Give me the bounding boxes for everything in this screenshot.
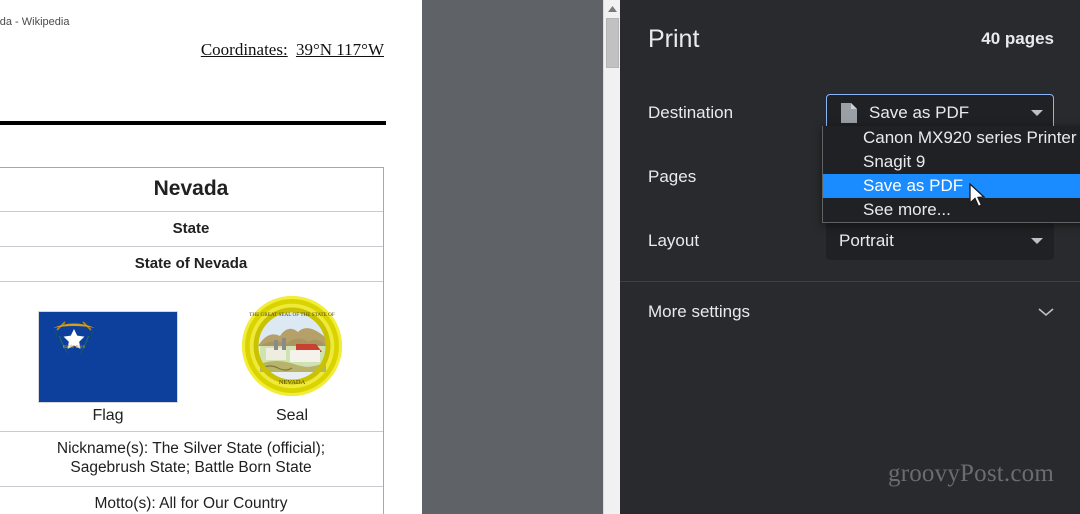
watermark-text: groovyPost.com	[888, 460, 1054, 487]
destination-dropdown-menu[interactable]: Canon MX920 series Printer Snagit 9 Save…	[822, 126, 1080, 223]
chevron-down-icon[interactable]	[1031, 237, 1043, 245]
infobox-official-name: State of Nevada	[0, 247, 383, 282]
infobox-nickname-line1: Nickname(s): The Silver State (official)…	[56, 440, 326, 457]
flag-cell: Battle Born Flag	[38, 311, 178, 425]
coordinates-value: 39°N 117°W	[295, 40, 384, 59]
nevada-infobox: Nevada State State of Nevada Battle Born…	[0, 167, 384, 514]
infobox-emblems: Battle Born Flag THE GREAT SEAL OF THE S…	[0, 282, 383, 432]
infobox-motto: Motto(s): All for Our Country	[0, 487, 383, 514]
settings-divider	[620, 281, 1080, 282]
preview-scrollbar[interactable]	[603, 0, 620, 514]
destination-value: Save as PDF	[869, 103, 970, 122]
chevron-down-icon[interactable]	[1038, 307, 1054, 317]
nevada-flag-image: Battle Born	[38, 311, 178, 403]
svg-text:Battle Born: Battle Born	[63, 344, 86, 349]
print-preview-area: evada - Wikipedia Coordinates: 39°N 117°…	[0, 0, 620, 514]
infobox-title: Nevada	[0, 168, 383, 212]
seal-caption: Seal	[275, 407, 309, 424]
flag-caption: Flag	[92, 407, 124, 424]
menu-item-printer[interactable]: Canon MX920 series Printer	[823, 126, 1080, 150]
preview-page-sheet: evada - Wikipedia Coordinates: 39°N 117°…	[0, 0, 422, 514]
layout-label: Layout	[648, 231, 700, 250]
infobox-type: State	[0, 212, 383, 247]
svg-text:NEVADA: NEVADA	[279, 379, 306, 386]
flag-wreath-icon: Battle Born	[53, 321, 95, 355]
nevada-seal-image: THE GREAT SEAL OF THE STATE OF NEVADA	[242, 296, 342, 396]
print-dialog-panel: Print 40 pages Destination Save as PDF P…	[620, 0, 1080, 514]
page-title: Print	[648, 24, 700, 53]
more-settings-row[interactable]: More settings	[620, 288, 1080, 336]
destination-label: Destination	[648, 103, 734, 122]
page-running-header: evada - Wikipedia	[0, 16, 70, 28]
chevron-down-icon[interactable]	[1031, 109, 1043, 117]
menu-item-see-more[interactable]: See more...	[823, 198, 1080, 222]
triangle-up-icon[interactable]	[604, 0, 620, 17]
menu-item-save-as-pdf[interactable]: Save as PDF	[823, 174, 1080, 198]
scrollbar-thumb[interactable]	[606, 18, 619, 68]
layout-select[interactable]: Portrait	[826, 222, 1054, 260]
header-rule	[0, 121, 386, 125]
more-settings-label: More settings	[648, 302, 751, 321]
infobox-nickname: Nickname(s): The Silver State (official)…	[0, 432, 383, 487]
coordinates-line: Coordinates: 39°N 117°W	[201, 40, 384, 60]
print-preview-screen: evada - Wikipedia Coordinates: 39°N 117°…	[0, 0, 1080, 514]
pdf-document-icon	[841, 103, 857, 123]
menu-item-snagit[interactable]: Snagit 9	[823, 150, 1080, 174]
page-count-label: 40 pages	[981, 29, 1054, 48]
infobox-nickname-line2: Sagebrush State; Battle Born State	[70, 459, 312, 477]
seal-cell: THE GREAT SEAL OF THE STATE OF NEVADA Se…	[240, 294, 344, 425]
pages-label: Pages	[648, 167, 697, 186]
print-dialog-header: Print 40 pages	[620, 0, 1080, 78]
layout-value: Portrait	[839, 231, 894, 250]
coordinates-label: Coordinates:	[200, 40, 288, 59]
svg-text:THE GREAT SEAL OF THE STATE OF: THE GREAT SEAL OF THE STATE OF	[249, 312, 335, 318]
